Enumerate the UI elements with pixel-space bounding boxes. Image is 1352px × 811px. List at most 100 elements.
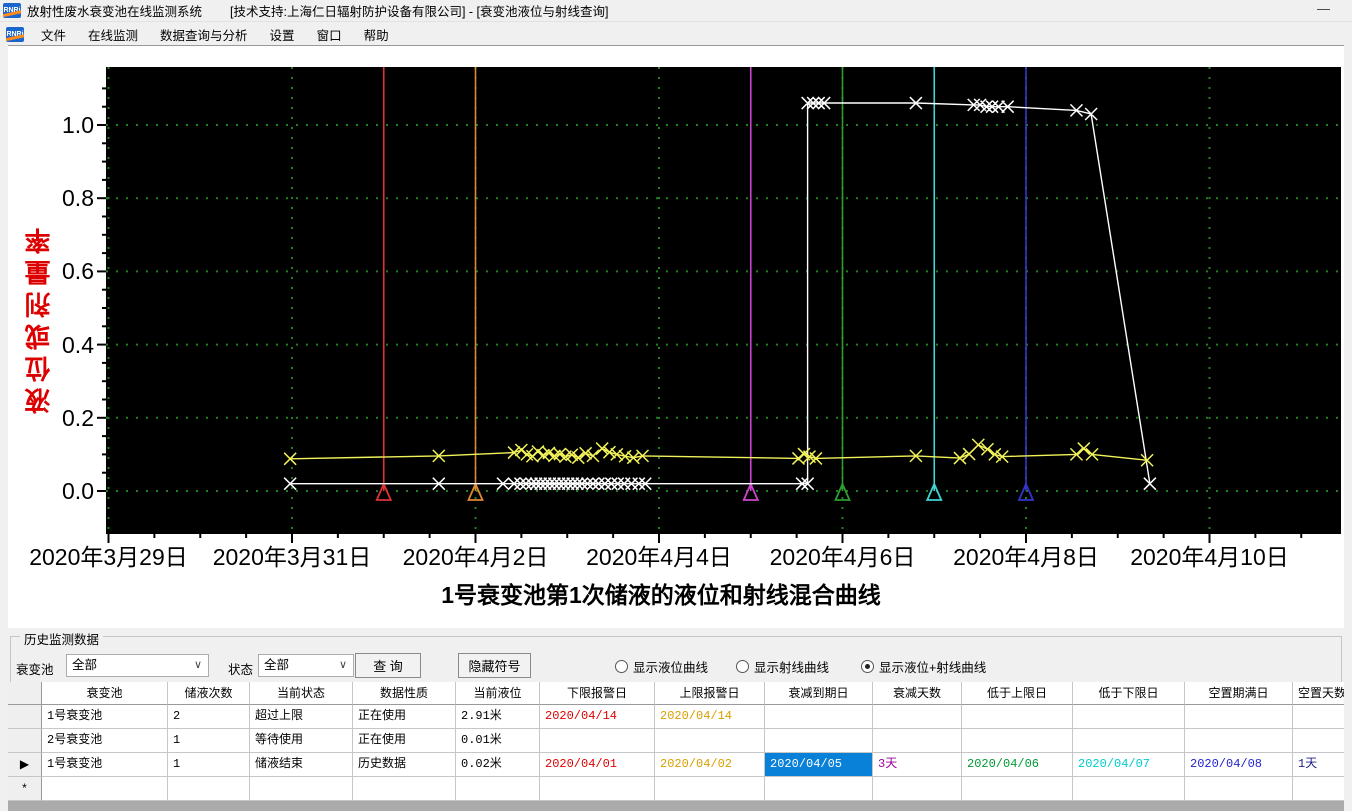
- table-cell[interactable]: [962, 729, 1073, 753]
- child-window-icon[interactable]: RNRi: [6, 26, 24, 42]
- column-header-衰变池[interactable]: 衰变池: [42, 682, 168, 705]
- selected-cell[interactable]: 2020/04/05: [765, 753, 873, 777]
- table-cell[interactable]: 等待使用: [250, 729, 353, 753]
- table-cell[interactable]: [540, 777, 655, 801]
- table-cell[interactable]: [873, 705, 962, 729]
- column-header-上限报警日[interactable]: 上限报警日: [655, 682, 765, 705]
- radio-selected-icon[interactable]: [861, 660, 874, 673]
- pool-label: 衰变池: [16, 663, 54, 677]
- table-cell[interactable]: [1073, 729, 1185, 753]
- table-cell[interactable]: 1天: [1293, 753, 1344, 777]
- table-cell[interactable]: [1185, 729, 1293, 753]
- table-cell[interactable]: [1293, 705, 1344, 729]
- current-row-indicator[interactable]: ▶: [8, 753, 42, 777]
- chart-panel: 0.0 0.2 0.4 0.6 0.8 1.0 2020年3月29日 2020年3月31日 2…: [8, 45, 1344, 628]
- table-cell[interactable]: 正在使用: [353, 729, 456, 753]
- query-button[interactable]: 查 询: [355, 653, 421, 678]
- menu-item-在线监测[interactable]: 在线监测: [77, 23, 149, 46]
- table-cell[interactable]: [655, 777, 765, 801]
- row-selector-header[interactable]: [8, 682, 42, 705]
- table-cell[interactable]: 2.91米: [456, 705, 540, 729]
- table-cell[interactable]: [1073, 777, 1185, 801]
- table-cell[interactable]: 储液结束: [250, 753, 353, 777]
- table-cell[interactable]: 2020/04/01: [540, 753, 655, 777]
- column-header-衰减天数[interactable]: 衰减天数: [873, 682, 962, 705]
- radio-显示液位曲线[interactable]: 显示液位曲线: [615, 657, 708, 676]
- table-cell[interactable]: 历史数据: [353, 753, 456, 777]
- chart-title: 1号衰变池第1次储液的液位和射线混合曲线: [441, 582, 881, 608]
- column-header-低于上限日[interactable]: 低于上限日: [962, 682, 1073, 705]
- table-cell[interactable]: 2020/04/14: [655, 705, 765, 729]
- y-tick-label: 1.0: [62, 112, 94, 138]
- new-row-indicator[interactable]: *: [8, 777, 42, 801]
- table-cell[interactable]: [873, 777, 962, 801]
- radio-显示液位+射线曲线[interactable]: 显示液位+射线曲线: [861, 657, 986, 676]
- column-header-衰减到期日[interactable]: 衰减到期日: [765, 682, 873, 705]
- table-cell[interactable]: [873, 729, 962, 753]
- table-cell[interactable]: [1293, 729, 1344, 753]
- radio-显示射线曲线[interactable]: 显示射线曲线: [736, 657, 829, 676]
- menu-item-帮助[interactable]: 帮助: [353, 23, 400, 46]
- row-selector-cell[interactable]: [8, 705, 42, 729]
- radio-label: 显示液位曲线: [633, 661, 709, 675]
- x-tick-label: 2020年4月2日: [402, 544, 549, 570]
- table-cell[interactable]: [765, 705, 873, 729]
- table-cell[interactable]: [962, 777, 1073, 801]
- table-cell[interactable]: [540, 729, 655, 753]
- table-cell[interactable]: 2号衰变池: [42, 729, 168, 753]
- table-cell[interactable]: [1073, 705, 1185, 729]
- table-cell[interactable]: [1185, 705, 1293, 729]
- menu-item-窗口[interactable]: 窗口: [306, 23, 353, 46]
- menu-item-数据查询与分析[interactable]: 数据查询与分析: [149, 23, 259, 46]
- table-cell[interactable]: [168, 777, 250, 801]
- table-cell[interactable]: [655, 729, 765, 753]
- table-cell[interactable]: [765, 777, 873, 801]
- table-cell[interactable]: 1号衰变池: [42, 705, 168, 729]
- app-title: 放射性废水衰变池在线监测系统: [27, 5, 203, 19]
- column-header-当前状态[interactable]: 当前状态: [250, 682, 353, 705]
- table-cell[interactable]: [1185, 777, 1293, 801]
- table-cell[interactable]: [962, 705, 1073, 729]
- column-header-低于下限日[interactable]: 低于下限日: [1073, 682, 1185, 705]
- column-header-下限报警日[interactable]: 下限报警日: [540, 682, 655, 705]
- hide-symbols-button[interactable]: 隐藏符号: [458, 653, 531, 678]
- table-cell[interactable]: 2020/04/07: [1073, 753, 1185, 777]
- column-header-数据性质[interactable]: 数据性质: [353, 682, 456, 705]
- menu-item-文件[interactable]: 文件: [30, 23, 77, 46]
- column-header-空置天数[interactable]: 空置天数: [1293, 682, 1344, 705]
- table-cell[interactable]: [353, 777, 456, 801]
- table-cell[interactable]: 1: [168, 729, 250, 753]
- table-cell[interactable]: 2020/04/06: [962, 753, 1073, 777]
- table-cell[interactable]: 正在使用: [353, 705, 456, 729]
- table-cell[interactable]: [456, 777, 540, 801]
- table-cell[interactable]: [1293, 777, 1344, 801]
- y-tick-label: 0.0: [62, 478, 94, 504]
- grid-new-row: *: [8, 777, 1344, 801]
- table-cell[interactable]: [42, 777, 168, 801]
- row-selector-cell[interactable]: [8, 729, 42, 753]
- table-cell[interactable]: 2020/04/14: [540, 705, 655, 729]
- table-cell[interactable]: 2020/04/02: [655, 753, 765, 777]
- y-axis-title: 液位或剂量率: [24, 222, 54, 414]
- column-header-空置期满日[interactable]: 空置期满日: [1185, 682, 1293, 705]
- table-cell[interactable]: 0.02米: [456, 753, 540, 777]
- chevron-down-icon: ∨: [338, 659, 347, 671]
- table-cell[interactable]: 1: [168, 753, 250, 777]
- pool-select[interactable]: 全部 ∨: [66, 654, 209, 677]
- table-cell[interactable]: [765, 729, 873, 753]
- table-cell[interactable]: 2020/04/08: [1185, 753, 1293, 777]
- column-header-当前液位[interactable]: 当前液位: [456, 682, 540, 705]
- radio-icon[interactable]: [615, 660, 628, 673]
- table-cell[interactable]: 3天: [873, 753, 962, 777]
- minimize-icon[interactable]: —: [1317, 1, 1330, 16]
- radio-icon[interactable]: [736, 660, 749, 673]
- table-cell[interactable]: [250, 777, 353, 801]
- menu-item-设置[interactable]: 设置: [259, 23, 306, 46]
- table-cell[interactable]: 2: [168, 705, 250, 729]
- table-cell[interactable]: 0.01米: [456, 729, 540, 753]
- table-cell[interactable]: 超过上限: [250, 705, 353, 729]
- column-header-储液次数[interactable]: 储液次数: [168, 682, 250, 705]
- status-select[interactable]: 全部 ∨: [258, 654, 354, 677]
- table-cell[interactable]: 1号衰变池: [42, 753, 168, 777]
- radio-label: 显示射线曲线: [754, 661, 830, 675]
